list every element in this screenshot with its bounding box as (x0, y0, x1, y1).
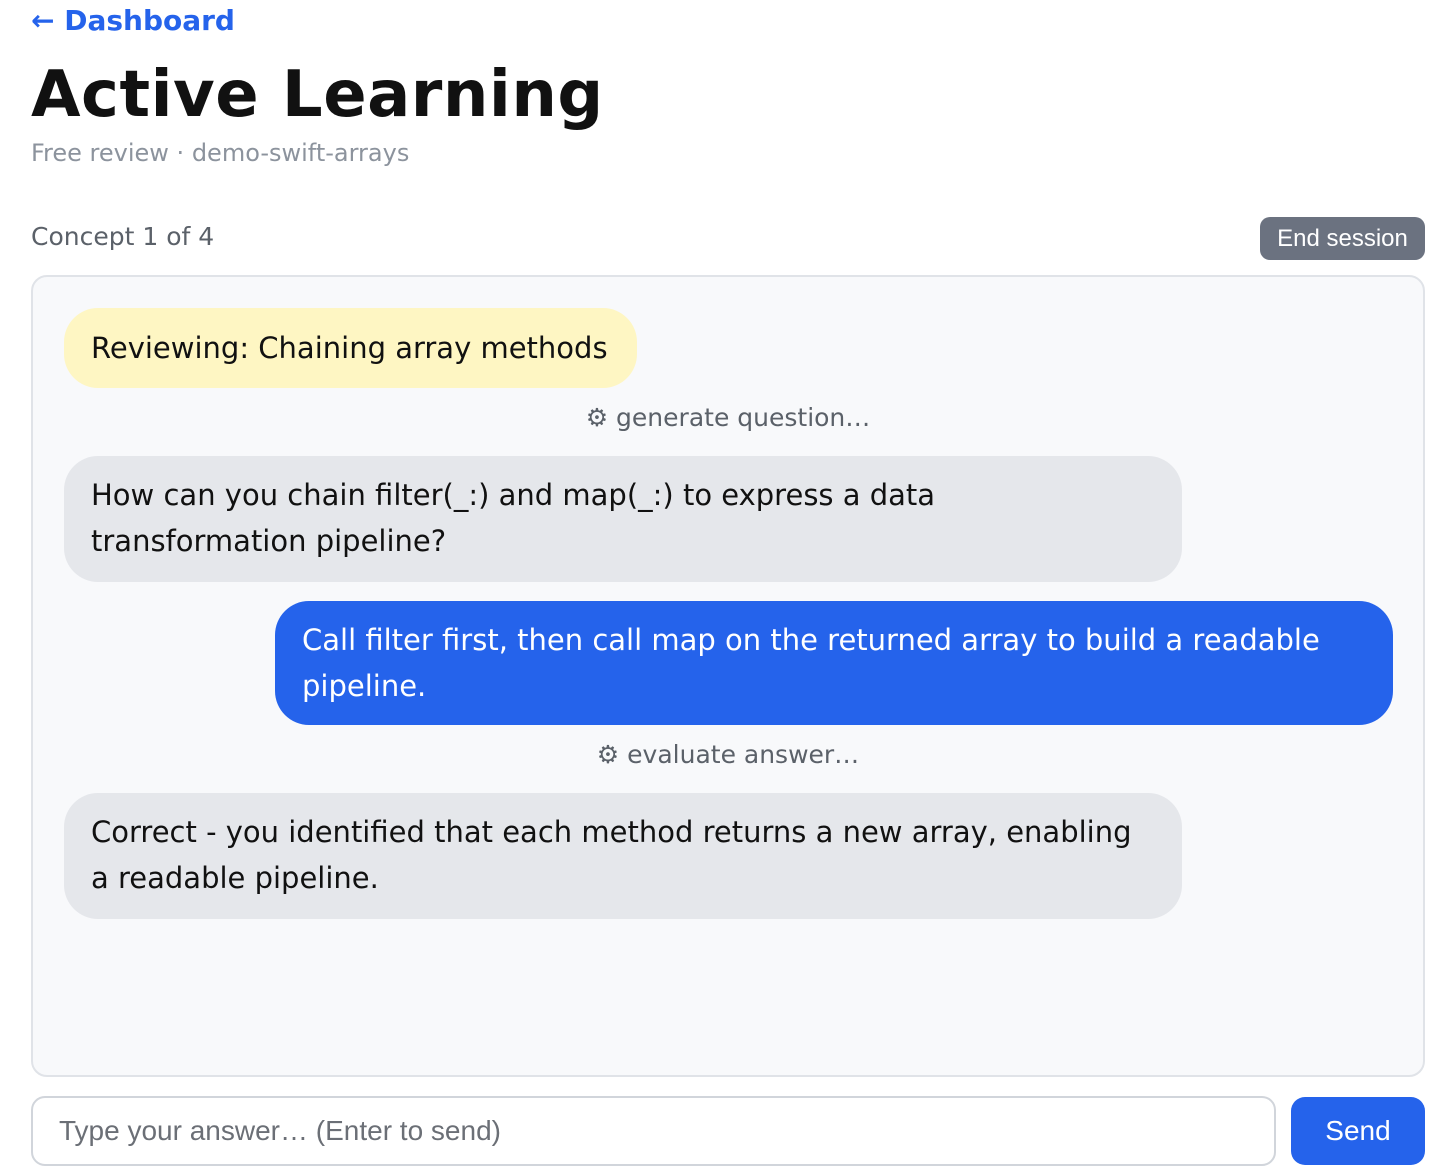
dashboard-back-link[interactable]: ← Dashboard (31, 4, 235, 37)
topic-banner: Reviewing: Chaining array methods (64, 308, 637, 388)
chat-panel: Reviewing: Chaining array methods ⚙ gene… (31, 275, 1425, 1077)
tool-status-generate: ⚙ generate question… (585, 403, 871, 432)
end-session-button[interactable]: End session (1260, 217, 1425, 260)
page-subtitle: Free review · demo-swift-arrays (31, 139, 410, 167)
answer-input[interactable] (31, 1096, 1276, 1166)
send-button[interactable]: Send (1291, 1097, 1425, 1165)
concept-counter: Concept 1 of 4 (31, 222, 215, 251)
tool-status-evaluate: ⚙ evaluate answer… (596, 740, 860, 769)
assistant-feedback-bubble: Correct - you identified that each metho… (64, 793, 1182, 919)
page-title: Active Learning (31, 58, 604, 132)
user-answer-bubble: Call filter first, then call map on the … (275, 601, 1393, 725)
assistant-question-bubble: How can you chain filter(_:) and map(_:)… (64, 456, 1182, 582)
